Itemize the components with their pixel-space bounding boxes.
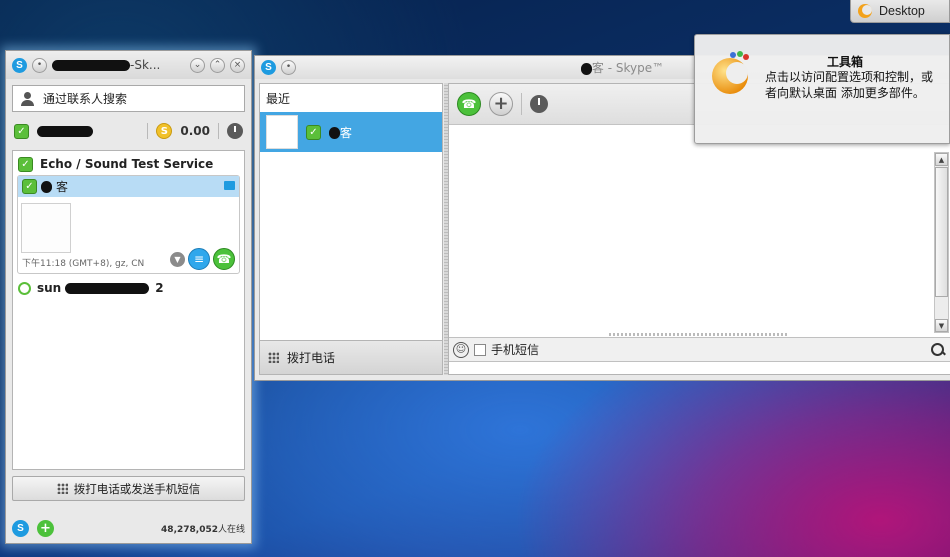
maximize-button[interactable]: ⌃ (210, 57, 225, 73)
online-status-icon[interactable]: ✓ (14, 123, 29, 139)
toolbox-tooltip: 工具箱 点击以访问配置选项和控制，或者向默认桌面 添加更多部件。 (694, 34, 950, 144)
sms-label: 手机短信 (491, 343, 540, 357)
my-profile-row: ✓ S 0.00 (6, 112, 251, 150)
status-button[interactable]: • (281, 60, 296, 75)
contact-card-selected[interactable]: ✓ 客 下午11:18 (GMT+8), gz, CN ▼ ≡ ☎ (17, 175, 240, 274)
contact-name: 客 (56, 180, 69, 194)
scrollbar-thumb[interactable] (935, 167, 948, 297)
history-clock-icon[interactable] (530, 95, 548, 113)
search-placeholder: 通过联系人搜索 (43, 92, 128, 106)
redacted-contact-name (41, 180, 52, 193)
recent-header: 最近 (266, 91, 291, 106)
redacted-profile-name[interactable] (37, 125, 93, 137)
recent-panel: 最近 ✓ 客 拨打电话 (259, 83, 443, 375)
contact-search-input[interactable]: 通过联系人搜索 (12, 85, 245, 112)
contact-name: Echo / Sound Test Service (40, 157, 214, 171)
window-title: -Sk... (52, 58, 185, 72)
desktop-icon (858, 4, 872, 18)
conversation-title-text: 客 - Skype™ (591, 61, 665, 75)
contacts-titlebar: S • -Sk... ⌄ ⌃ × (6, 51, 251, 79)
dial-or-sms-button[interactable]: 拨打电话或发送手机短信 (12, 476, 245, 501)
message-scrollbar[interactable]: ▲ ▼ (934, 152, 949, 333)
recent-item[interactable]: ✓ 客 (260, 112, 442, 152)
dialpad-icon (56, 483, 68, 494)
online-count-suffix: 人在线 (217, 524, 245, 535)
toolbox-title: 工具箱 (826, 55, 863, 69)
dial-or-sms-label: 拨打电话或发送手机短信 (73, 481, 201, 496)
scroll-down-arrow-icon[interactable]: ▼ (935, 319, 948, 332)
contact-card-header: ✓ 客 (18, 176, 239, 197)
desktop-indicator[interactable]: Desktop (850, 0, 950, 23)
toolbox-logo-icon (712, 51, 749, 94)
emoticon-icon[interactable]: ☺ (453, 341, 469, 358)
sms-checkbox[interactable] (474, 343, 486, 356)
toolbox-description: 点击以访问配置选项和控制，或者向默认桌面 添加更多部件。 (765, 70, 934, 100)
skype-home-icon[interactable]: S (12, 519, 29, 537)
close-button[interactable]: × (230, 57, 245, 73)
contact-item-echo[interactable]: ✓ Echo / Sound Test Service (13, 153, 244, 175)
recent-avatar (266, 115, 298, 149)
online-status-icon: ✓ (306, 124, 321, 140)
status-button[interactable]: • (32, 57, 47, 73)
dialpad-icon (268, 352, 279, 363)
divider (218, 123, 219, 139)
call-button[interactable]: ☎ (457, 92, 481, 116)
contact-list: ✓ Echo / Sound Test Service ✓ 客 下午11:18 … (12, 150, 245, 470)
window-title-text: -Sk... (130, 58, 161, 72)
contact-actions: ▼ ≡ ☎ (170, 248, 235, 270)
contact-local-time: 下午11:18 (GMT+8), gz, CN (22, 259, 145, 269)
online-count-number: 48,278,052 (161, 524, 218, 535)
dial-label: 拨打电话 (287, 351, 336, 365)
divider (521, 93, 522, 115)
skype-credit-icon[interactable]: S (156, 123, 173, 139)
skype-icon: S (12, 57, 27, 73)
call-button[interactable]: ☎ (213, 248, 235, 270)
more-chevron-icon[interactable]: ▼ (170, 251, 185, 267)
redacted-title-name (580, 62, 592, 75)
scroll-up-arrow-icon[interactable]: ▲ (935, 153, 948, 166)
redacted-contact-name (329, 127, 340, 139)
contact-item-sun[interactable]: sun 2 (13, 277, 244, 299)
online-status-icon: ✓ (22, 179, 37, 194)
contact-name-suffix: 2 (155, 281, 164, 295)
add-contact-icon[interactable]: + (37, 519, 54, 537)
redacted-contact-name (65, 282, 150, 294)
message-input-bar: ☺ 手机短信 (449, 337, 950, 362)
redacted-name (52, 60, 130, 71)
contact-avatar (21, 203, 71, 253)
skype-contacts-window: S • -Sk... ⌄ ⌃ × 通过联系人搜索 ✓ S 0.00 ✓ Echo… (5, 50, 252, 544)
skype-icon: S (261, 60, 276, 75)
divider (147, 123, 149, 139)
dial-button[interactable]: 拨打电话 (260, 340, 442, 374)
contacts-bottom-bar: S + 48,278,052人在线 (6, 513, 251, 543)
chat-button[interactable]: ≡ (188, 248, 210, 270)
resize-handle[interactable] (609, 333, 789, 336)
video-icon (224, 181, 235, 190)
history-clock-icon[interactable] (227, 123, 243, 139)
offline-status-icon (18, 281, 31, 295)
menu-chevron-icon[interactable]: ⌄ (190, 57, 205, 73)
recent-item-name: 客 (340, 125, 353, 140)
online-users-count: 48,278,052人在线 (161, 522, 245, 535)
search-icon[interactable] (931, 342, 945, 357)
person-icon (21, 91, 35, 106)
online-status-icon: ✓ (18, 156, 33, 172)
desktop-label: Desktop (879, 4, 925, 18)
credit-balance[interactable]: 0.00 (180, 124, 210, 138)
contact-name-prefix: sun (37, 281, 62, 295)
add-button[interactable]: + (489, 92, 513, 116)
